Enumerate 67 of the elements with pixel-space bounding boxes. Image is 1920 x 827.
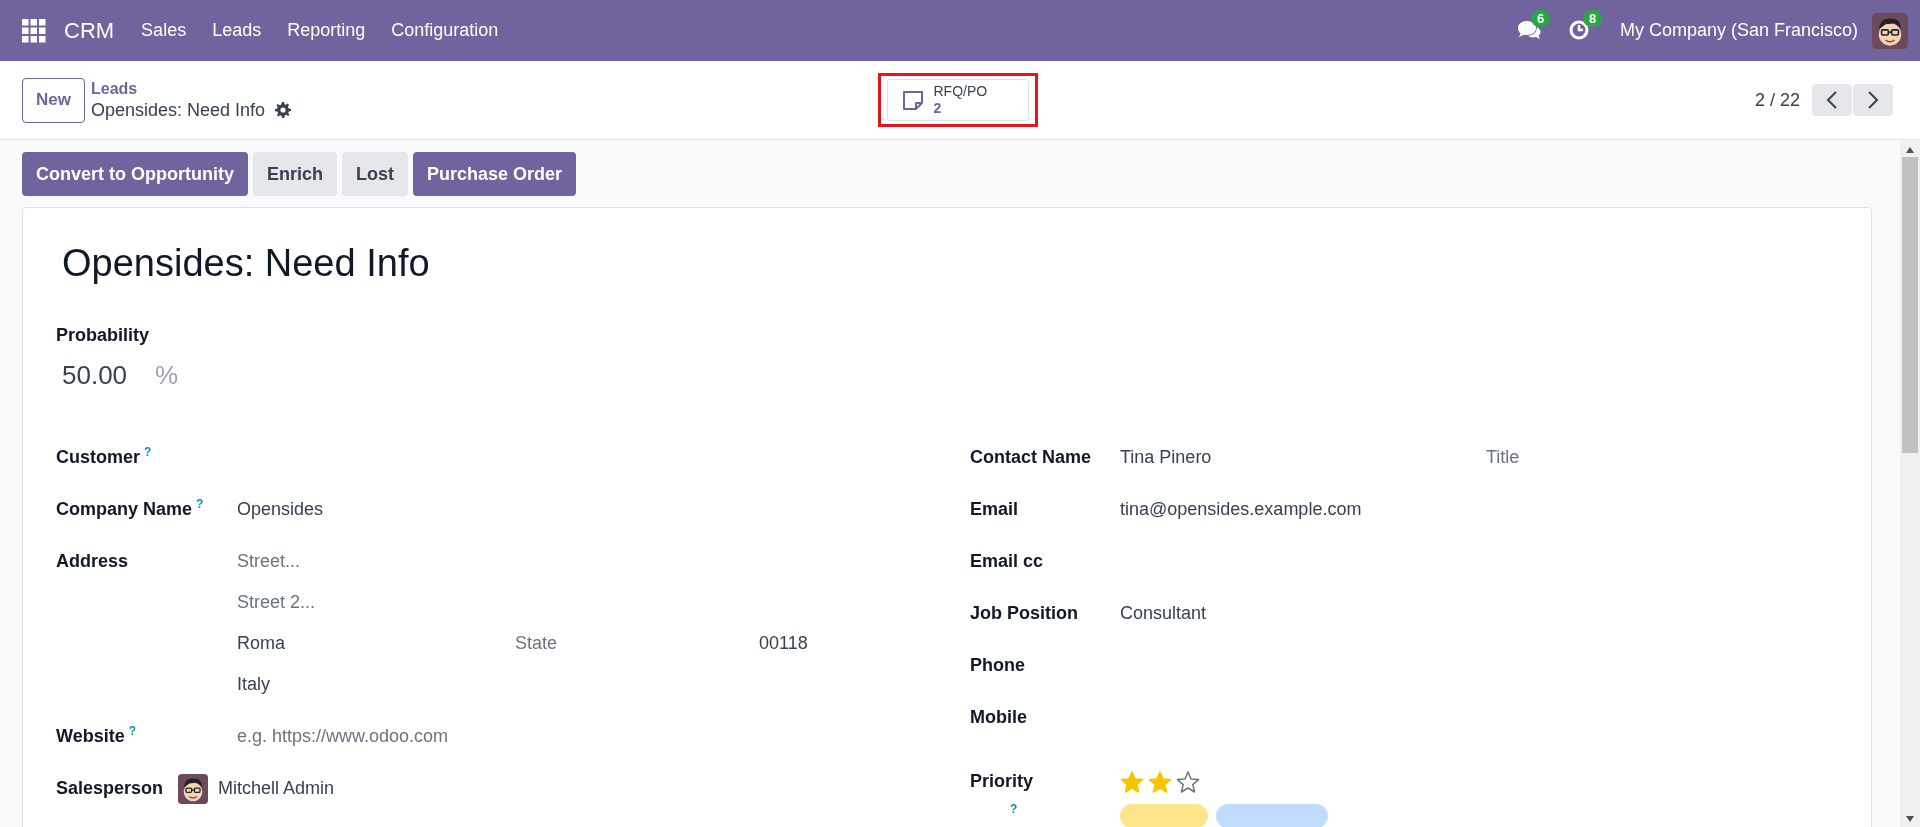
input-field[interactable]: State bbox=[515, 633, 759, 654]
scrollbar-thumb[interactable] bbox=[1902, 157, 1918, 453]
field-value[interactable]: 00118 bbox=[759, 633, 930, 654]
field-label: Probability bbox=[56, 325, 150, 346]
field-label: Customer bbox=[56, 447, 140, 468]
scroll-down-icon[interactable] bbox=[1905, 815, 1915, 823]
field-value[interactable]: Roma bbox=[237, 633, 515, 654]
app-menu-icon[interactable] bbox=[22, 18, 46, 43]
chevron-right-icon bbox=[1867, 90, 1879, 110]
input-field[interactable]: Street 2... bbox=[237, 592, 930, 613]
menu-item[interactable]: Reporting bbox=[274, 20, 379, 41]
scroll-up-icon[interactable] bbox=[1905, 146, 1915, 154]
help-tooltip-icon[interactable]: ? bbox=[144, 445, 152, 459]
scrollbar[interactable] bbox=[1900, 140, 1920, 827]
star-icon[interactable] bbox=[1148, 769, 1172, 794]
chevron-left-icon bbox=[1826, 90, 1838, 110]
field-value[interactable]: Italy bbox=[237, 674, 930, 695]
field-value[interactable]: Consultant bbox=[1120, 603, 1844, 624]
clock-icon[interactable] bbox=[1567, 18, 1590, 41]
field-label: Email bbox=[970, 499, 1019, 520]
help-tooltip-icon[interactable]: ? bbox=[196, 497, 204, 511]
company-switcher[interactable]: My Company (San Francisco) bbox=[1619, 20, 1858, 41]
help-tooltip-icon[interactable]: ? bbox=[128, 724, 137, 738]
message-count-badge: 6 bbox=[1530, 9, 1551, 27]
input-field[interactable]: Title bbox=[1486, 447, 1844, 468]
input-field[interactable]: Street... bbox=[237, 551, 930, 572]
field-label: Priority bbox=[970, 771, 1034, 792]
star-icon[interactable] bbox=[1120, 769, 1144, 794]
field-label: Address bbox=[56, 551, 129, 572]
activity-count-badge: 8 bbox=[1582, 9, 1603, 27]
lead-title[interactable]: Opensides: Need Info bbox=[62, 242, 1844, 285]
menu-item[interactable]: Sales bbox=[128, 20, 200, 41]
action-button[interactable]: Convert to Opportunity bbox=[22, 152, 248, 196]
probability-value[interactable]: 50.00 bbox=[62, 360, 128, 391]
field-value[interactable]: tina@opensides.example.com bbox=[1120, 499, 1844, 520]
field-label: Mobile bbox=[970, 707, 1027, 728]
gear-icon[interactable] bbox=[275, 102, 292, 118]
app-name[interactable]: CRM bbox=[64, 17, 115, 44]
action-button[interactable]: Enrich bbox=[253, 152, 337, 196]
field-value[interactable]: Opensides bbox=[237, 499, 930, 520]
new-button[interactable]: New bbox=[22, 77, 85, 123]
pager-text: 2 / 22 bbox=[1754, 89, 1800, 111]
help-tooltip-icon[interactable]: ? bbox=[1010, 802, 1018, 816]
previous-button[interactable] bbox=[1812, 84, 1852, 116]
menu-item[interactable]: Leads bbox=[199, 20, 275, 41]
user-avatar[interactable] bbox=[1872, 12, 1908, 49]
breadcrumb-link[interactable]: Leads bbox=[90, 79, 292, 98]
field-label: Company Name bbox=[56, 499, 193, 520]
note-icon bbox=[901, 89, 924, 111]
action-button[interactable]: Lost bbox=[342, 152, 408, 196]
input-field[interactable]: e.g. https://www.odoo.com bbox=[237, 726, 930, 747]
rfq-po-smart-button[interactable]: RFQ/PO 2 bbox=[886, 79, 1029, 121]
field-label: Contact Name bbox=[970, 447, 1092, 468]
star-icon[interactable] bbox=[1176, 769, 1200, 794]
percent-sign: % bbox=[155, 360, 179, 391]
field-label: Phone bbox=[970, 655, 1025, 676]
record-title: Opensides: Need Info bbox=[90, 99, 266, 121]
field-label: Email cc bbox=[970, 551, 1044, 572]
field-label: Website bbox=[56, 726, 125, 747]
menu-item[interactable]: Configuration bbox=[378, 20, 512, 41]
user-avatar bbox=[178, 773, 208, 804]
action-button[interactable]: Purchase Order bbox=[413, 152, 577, 196]
salesperson-name[interactable]: Mitchell Admin bbox=[218, 778, 335, 799]
field-value[interactable]: Tina Pinero bbox=[1120, 447, 1486, 468]
next-button[interactable] bbox=[1853, 84, 1893, 116]
field-label: Salesperson bbox=[56, 778, 164, 799]
field-label: Job Position bbox=[970, 603, 1078, 624]
